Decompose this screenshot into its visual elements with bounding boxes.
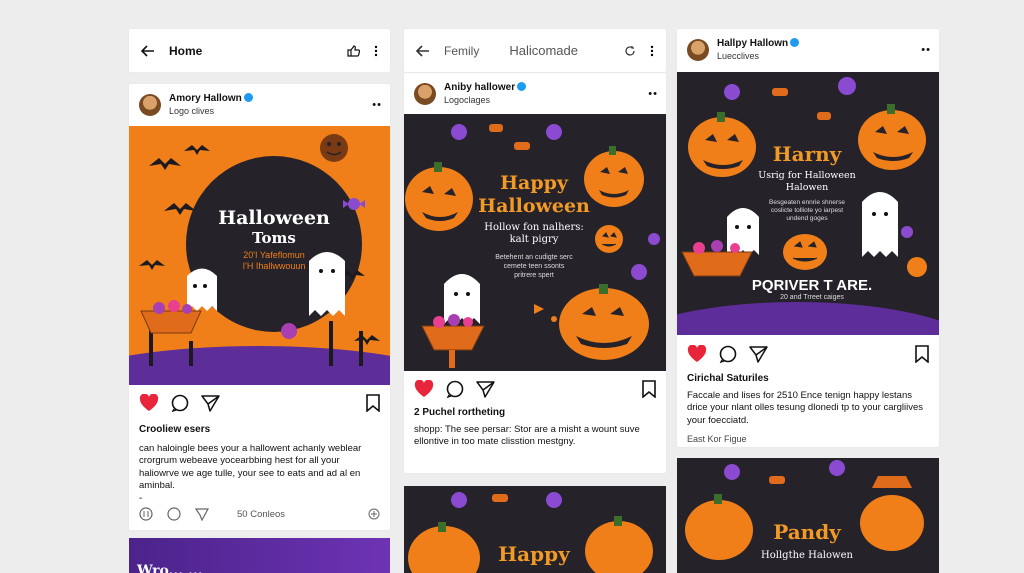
image-banner-sub: 20 and Trreet caiges <box>780 294 844 301</box>
verified-icon <box>790 38 800 47</box>
topbar-title[interactable]: Femily <box>444 44 479 58</box>
image-title: Halloween <box>218 207 330 229</box>
image-small1: Betehent an cudigte serc <box>495 254 573 261</box>
post-card: Amory Hallown Logo clives • • Halloween … <box>129 84 390 530</box>
likes-line: Cirichal Saturiles <box>687 373 769 384</box>
page-title: Home <box>169 43 203 58</box>
image-title2: Toms <box>252 229 296 247</box>
avatar[interactable] <box>414 83 436 105</box>
image-small1: Besgeaten ennrie shnerse <box>769 199 845 206</box>
more-icon[interactable]: • • <box>372 99 381 111</box>
post-card: Hallpy Hallown Luecclives • • Harny Usri… <box>677 29 939 447</box>
verified-icon <box>243 93 253 102</box>
post-caption: can haloingle bees your a hallowent acha… <box>139 442 362 492</box>
avatar[interactable] <box>687 39 709 61</box>
image-line2: kalt pigry <box>509 234 559 245</box>
more-vert-icon[interactable] <box>650 45 654 57</box>
topbar-family: Femily Halicomade <box>404 29 666 72</box>
add-icon[interactable] <box>368 508 380 520</box>
image-h1: Happy <box>500 172 568 194</box>
post-image[interactable]: Harny Usrig for Halloween Halowen Besgea… <box>677 72 939 335</box>
refresh-icon[interactable] <box>624 45 636 57</box>
comment-icon[interactable] <box>719 345 737 363</box>
author-subtitle: Luecclives <box>717 51 760 61</box>
post-footer: East Kor Figue <box>687 434 747 444</box>
image-small2: coslicte tolliote yo iarpest <box>770 207 844 214</box>
image-h2: Halloween <box>478 195 590 217</box>
more-icon[interactable]: • • <box>921 44 930 56</box>
comment-icon[interactable] <box>446 380 464 398</box>
heart-icon[interactable] <box>687 345 707 363</box>
next-banner-text: Wro... ... <box>137 563 203 573</box>
comment-count[interactable]: 50 Conleos <box>237 509 285 520</box>
author-subtitle: Logo clives <box>169 106 215 116</box>
like-icon[interactable] <box>347 44 360 57</box>
author-name[interactable]: Aniby hallower <box>444 82 515 93</box>
image-h1: Harny <box>772 142 842 166</box>
next-post-banner[interactable]: Wro... ... <box>129 538 390 573</box>
share-icon[interactable] <box>749 345 768 363</box>
post-caption: Faccale and lises for 2510 Ence tenign h… <box>687 389 924 426</box>
bookmark-icon[interactable] <box>915 345 929 363</box>
share-icon[interactable] <box>201 394 220 412</box>
avatar[interactable] <box>139 94 161 116</box>
more-vert-icon[interactable] <box>374 45 378 57</box>
image-banner: PQRIVER T ARE. <box>751 277 873 294</box>
author-name[interactable]: Amory Hallown <box>169 93 242 104</box>
bookmark-icon[interactable] <box>642 380 656 398</box>
arrow-left-icon[interactable] <box>416 44 430 57</box>
image-line1: 20'I Yafeflomun <box>243 250 305 260</box>
next-post-image[interactable]: Pandy Hollgthe Halowen <box>677 458 939 573</box>
likes-line: Crooliew esers <box>139 424 211 435</box>
image-line1: Hollow fon nalhers: <box>484 222 584 233</box>
likes-line: 2 Puchel rortheting <box>414 407 506 418</box>
heart-icon[interactable] <box>139 394 159 412</box>
image-small3: undend goges <box>786 215 828 222</box>
next-post-image[interactable]: Happy <box>404 486 666 573</box>
image-line2: Halowen <box>785 182 829 193</box>
author-name[interactable]: Hallpy Hallown <box>717 38 788 49</box>
topbar-home: Home <box>129 29 390 72</box>
image-line1: Usrig for Halloween <box>758 170 856 181</box>
comment-outline-icon[interactable] <box>167 507 181 521</box>
post-image[interactable]: Happy Halloween Hollow fon nalhers: kalt… <box>404 114 666 371</box>
like-outline-icon[interactable] <box>139 507 153 521</box>
post-card: Aniby hallower Logoclages • • Happy Hall… <box>404 73 666 473</box>
comment-icon[interactable] <box>171 394 189 412</box>
verified-icon <box>517 82 527 91</box>
share-outline-icon[interactable] <box>195 507 209 521</box>
next-image-h1: Pandy <box>773 520 841 544</box>
image-line2: I'H Ihallwwouun <box>242 261 306 271</box>
image-small2: cemete teen ssonts <box>503 263 565 270</box>
topbar-center[interactable]: Halicomade <box>509 43 578 58</box>
arrow-left-icon[interactable] <box>141 44 155 57</box>
next-image-line1: Hollgthe Halowen <box>761 550 853 561</box>
next-image-h1: Happy <box>498 542 570 566</box>
share-icon[interactable] <box>476 380 495 398</box>
more-icon[interactable]: • • <box>648 88 657 100</box>
post-image[interactable]: Halloween Toms 20'I Yafeflomun I'H Ihall… <box>129 126 390 385</box>
author-subtitle: Logoclages <box>444 95 491 105</box>
bookmark-icon[interactable] <box>366 394 380 412</box>
image-small3: pritrere spert <box>514 272 554 279</box>
post-caption: shopp: The see persar: Stor are a misht … <box>414 423 640 448</box>
heart-icon[interactable] <box>414 380 434 398</box>
